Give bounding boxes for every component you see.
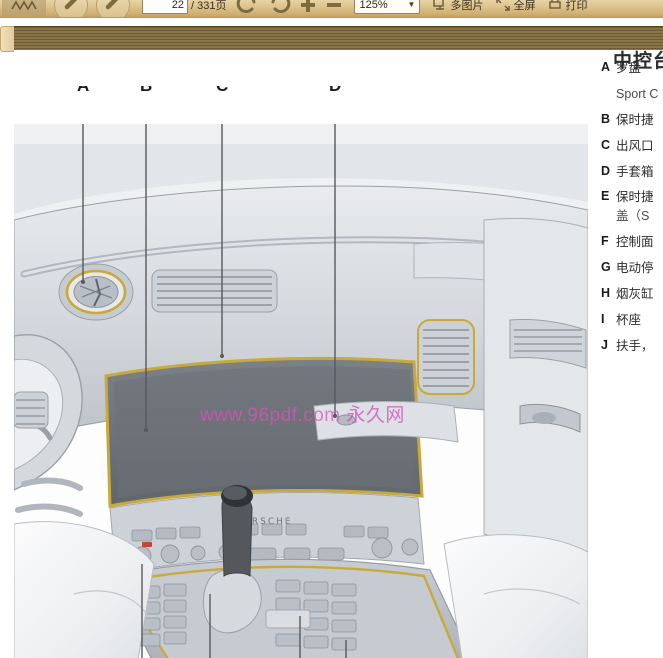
pdf-page-canvas[interactable]: 中控台 MH1-003 A B C D (0, 18, 663, 658)
legend-key-h: H (601, 285, 611, 300)
multi-image-button[interactable]: 多图片 (433, 0, 483, 13)
legend-sub-e: 盖（S (616, 209, 650, 224)
legend-key-f: F (601, 234, 609, 249)
legend-item-f: F 控制面 (601, 234, 663, 251)
print-icon (549, 0, 562, 9)
callout-letter-c: C (216, 86, 228, 96)
legend-item-a: A 罗盘 (601, 60, 663, 77)
legend-text-e: 保时捷 (616, 190, 654, 205)
rotate-counterclockwise-icon (237, 0, 256, 13)
legend-text-j: 扶手， (616, 338, 654, 353)
console-illustration: PORSCHE (14, 124, 588, 658)
zoom-level-value: 125% (359, 0, 388, 11)
legend-text-h: 烟灰缸 (616, 286, 654, 301)
legend-text-i: 杯座 (616, 312, 642, 327)
figure-center-console: MH1-003 A B C D (14, 86, 588, 658)
next-page-icon (105, 0, 118, 9)
zigzag-icon (11, 0, 37, 11)
rotate-cw-button[interactable] (268, 0, 292, 17)
page-number-value: 22 (171, 0, 184, 11)
rotate-ccw-button[interactable] (235, 0, 259, 17)
bookmark-tab-button[interactable] (2, 0, 46, 16)
multi-image-label: 多图片 (450, 0, 484, 12)
fullscreen-icon (496, 0, 511, 11)
watermark: www.96pdf.com 永久网 (200, 400, 405, 427)
callout-letter-d: D (329, 86, 341, 96)
legend-item-g: G 电动停 (601, 260, 663, 277)
legend-key-j: J (601, 337, 608, 352)
legend-key-i: I (601, 311, 605, 326)
legend-key-g: G (601, 260, 611, 274)
zoom-in-button[interactable] (298, 0, 318, 15)
legend-sub-a: Sport C (616, 86, 659, 101)
page-number-input[interactable]: 22 (142, 0, 188, 14)
legend-item-i: I 杯座 (601, 312, 663, 329)
legend-key-d: D (601, 163, 611, 178)
watermark-cn: 永久网 (346, 405, 405, 426)
legend-text-g: 电动停 (616, 261, 654, 275)
console-drawing: PORSCHE (14, 124, 588, 658)
page-total-label: / 331页 (191, 0, 227, 12)
legend-key-a: A (601, 60, 611, 74)
legend-item-c: C 出风口 (601, 138, 663, 155)
zoom-out-button[interactable] (324, 0, 344, 15)
legend-text-d: 手套箱 (616, 164, 654, 179)
legend-item-b: B 保时捷 (601, 112, 663, 129)
legend-text-a: 罗盘 (616, 61, 642, 75)
print-label: 打印 (565, 0, 588, 12)
legend-text-b: 保时捷 (616, 112, 654, 127)
figure-legend: A 罗盘 Sport C B 保时捷 C 出风口 D 手套箱 E 保时捷 盖（S… (601, 60, 663, 480)
callout-letter-a: A (77, 86, 89, 96)
prev-page-icon (64, 0, 77, 9)
page-corner-tab (0, 26, 14, 52)
chevron-down-icon: ▼ (407, 0, 416, 9)
watermark-url: www.96pdf.com (200, 405, 341, 426)
legend-text-c: 出风口 (616, 138, 654, 153)
legend-key-c: C (601, 137, 611, 152)
zoom-level-select[interactable]: 125% ▼ (354, 0, 421, 14)
fullscreen-label: 全屏 (513, 0, 536, 12)
next-page-button[interactable] (96, 0, 130, 17)
legend-item-d: D 手套箱 (601, 164, 663, 181)
legend-text-f: 控制面 (616, 235, 654, 250)
legend-item-j: J 扶手， (601, 338, 663, 355)
legend-key-b: B (601, 111, 611, 126)
multi-image-icon (433, 0, 445, 10)
zoom-out-icon (327, 2, 342, 7)
fullscreen-button[interactable]: 全屏 (496, 0, 535, 13)
zoom-in-icon (301, 0, 316, 12)
legend-item-e: E 保时捷 (601, 189, 663, 206)
pdf-viewer-toolbar: 22 / 331页 125% ▼ 多图片 全屏 打印 (0, 0, 663, 18)
legend-item-h: H 烟灰缸 (601, 286, 663, 303)
print-button[interactable]: 打印 (548, 0, 587, 13)
prev-page-button[interactable] (54, 0, 88, 17)
rotate-clockwise-icon (271, 0, 291, 13)
section-header-band (14, 26, 663, 50)
legend-key-e: E (601, 189, 610, 204)
callout-letter-b: B (140, 86, 152, 96)
